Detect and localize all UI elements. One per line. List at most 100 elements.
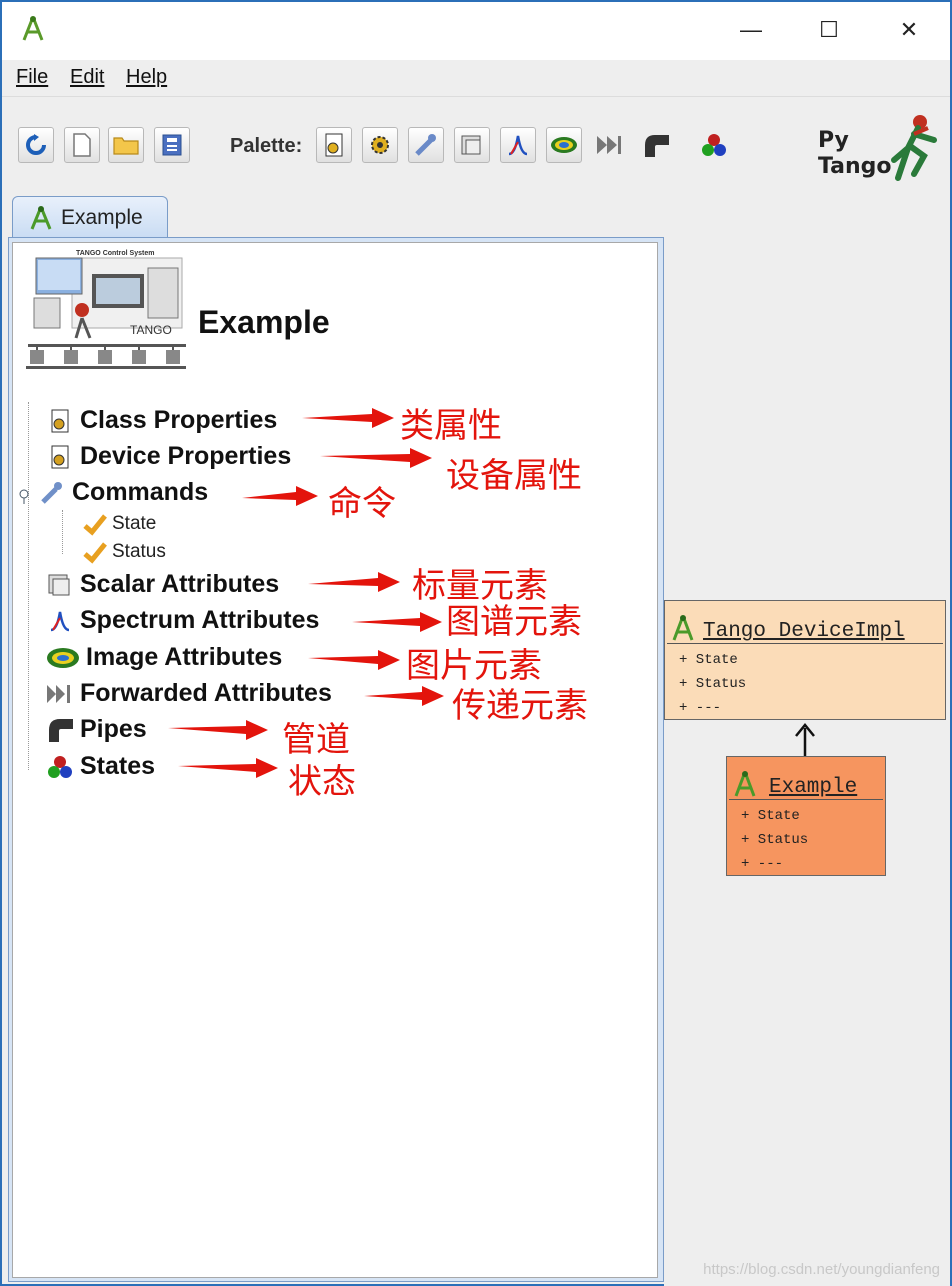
tree-node-image-attributes[interactable]: Image Attributes: [46, 643, 282, 672]
spectrum-icon: [508, 135, 528, 156]
title-bar: — ☐ ✕: [2, 2, 950, 60]
close-button[interactable]: ✕: [882, 10, 936, 50]
save-button[interactable]: [154, 127, 190, 163]
palette-command-button[interactable]: [408, 127, 444, 163]
tree-node-scalar-attributes[interactable]: Scalar Attributes: [46, 570, 279, 599]
tree-node-pipes[interactable]: Pipes: [46, 715, 147, 744]
annotation-arrow: [242, 486, 318, 506]
tree-guide-line-commands: [62, 510, 63, 554]
palette-device-property-button[interactable]: [362, 127, 398, 163]
tree-node-states[interactable]: States: [46, 752, 155, 781]
tango-tab-icon: [30, 205, 52, 230]
checkmark-icon: [83, 514, 107, 536]
image-icon: [46, 644, 80, 672]
save-icon: [162, 134, 182, 156]
menu-edit[interactable]: Edit: [70, 66, 104, 89]
tree-node-label: Spectrum Attributes: [80, 606, 320, 634]
tree-leaf-command-status[interactable]: Status: [82, 540, 166, 564]
pytango-dancer-icon: [891, 115, 937, 181]
tree-node-label: Commands: [72, 478, 209, 506]
tree-root-title: Example: [198, 304, 330, 340]
tree-leaf-command-state[interactable]: State: [82, 512, 156, 536]
toolbar: Palette:: [2, 96, 950, 196]
palette-forwarded-attribute-button[interactable]: [592, 127, 628, 163]
uml-class-title: Tango DeviceImpl: [703, 620, 905, 643]
annotation-arrow: [320, 448, 432, 468]
minimize-button[interactable]: —: [724, 10, 778, 50]
pytango-logo-text-py: Py: [818, 128, 849, 153]
pipe-icon: [46, 716, 74, 744]
tree-node-device-properties[interactable]: Device Properties: [46, 442, 291, 471]
palette-class-property-button[interactable]: [316, 127, 352, 163]
menu-bar: File Edit Help: [2, 60, 950, 96]
watermark: https://blog.csdn.net/youngdianfeng: [703, 1261, 940, 1278]
tango-app-icon: [22, 16, 44, 41]
new-file-icon: [73, 133, 91, 157]
annotation-arrow: [364, 686, 444, 706]
uml-class-example[interactable]: Example + State + Status + ---: [726, 756, 886, 876]
scalar-icon: [46, 571, 74, 599]
wrench-icon: [415, 134, 436, 156]
pipe-icon: [645, 135, 669, 157]
menu-file[interactable]: File: [16, 66, 48, 89]
refresh-icon: [26, 134, 46, 155]
annotation-arrow: [178, 758, 278, 778]
tree-expand-handle-icon[interactable]: [16, 480, 38, 506]
palette-spectrum-attribute-button[interactable]: [500, 127, 536, 163]
checkmark-icon: [83, 542, 107, 564]
app-window: — ☐ ✕ File Edit Help Palette: Py Tango E…: [0, 0, 952, 1286]
tree-node-forwarded-attributes[interactable]: Forwarded Attributes: [46, 679, 332, 708]
scalar-icon: [461, 135, 481, 155]
annotation-arrow: [308, 650, 400, 670]
palette-scalar-attribute-button[interactable]: [454, 127, 490, 163]
tree-node-class-properties[interactable]: Class Properties: [46, 406, 277, 435]
tango-class-icon: [672, 615, 694, 641]
inheritance-arrow: [795, 723, 815, 758]
palette-image-attribute-button[interactable]: [546, 127, 582, 163]
uml-attribute: + Status: [679, 676, 747, 692]
property-icon: [46, 407, 74, 435]
uml-attribute: + ---: [679, 700, 722, 716]
open-folder-button[interactable]: [108, 127, 144, 163]
uml-attribute: + ---: [741, 856, 784, 872]
menu-help[interactable]: Help: [126, 66, 167, 89]
uml-attribute: + Status: [741, 832, 809, 848]
new-file-button[interactable]: [64, 127, 100, 163]
tree-node-commands[interactable]: Commands: [16, 478, 208, 507]
tab-example[interactable]: Example: [12, 196, 168, 238]
property-icon: [46, 443, 74, 471]
image-icon: [551, 137, 577, 153]
forward-icon: [46, 680, 74, 708]
hero-logo-text: TANGO: [130, 323, 172, 337]
tree-node-label: Image Attributes: [86, 643, 283, 671]
annotation-spectrum-attributes: 图谱元素: [446, 602, 582, 642]
pytango-logo: Py Tango: [814, 112, 944, 184]
palette-label: Palette:: [230, 135, 303, 157]
states-icon: [702, 134, 726, 156]
tree-node-label: Class Properties: [80, 406, 278, 434]
tango-control-system-image: TANGO Control System TANGO: [26, 250, 186, 369]
tree-leaf-label: Status: [112, 541, 166, 562]
annotation-states: 状态: [288, 762, 356, 802]
pytango-logo-text-tango: Tango: [818, 154, 892, 179]
palette-pipe-button[interactable]: [638, 127, 674, 163]
tree-node-spectrum-attributes[interactable]: Spectrum Attributes: [46, 606, 319, 635]
annotation-arrow: [308, 572, 400, 592]
hero-caption: TANGO Control System: [76, 250, 154, 257]
maximize-button[interactable]: ☐: [802, 10, 856, 50]
tree-node-label: Device Properties: [80, 442, 292, 470]
refresh-button[interactable]: [18, 127, 54, 163]
annotation-arrow: [352, 612, 442, 632]
palette-state-button[interactable]: [696, 127, 732, 163]
uml-class-tango-deviceimpl[interactable]: Tango DeviceImpl + State + Status + ---: [664, 600, 946, 720]
folder-icon: [113, 137, 139, 155]
tab-label: Example: [61, 205, 143, 229]
forward-icon: [597, 136, 621, 154]
states-icon: [46, 753, 74, 781]
wrench-icon: [38, 479, 66, 507]
annotation-class-properties: 类属性: [400, 406, 502, 446]
tree-node-label: Forwarded Attributes: [80, 679, 332, 707]
annotation-commands: 命令: [328, 484, 396, 524]
tree-node-label: States: [80, 752, 156, 780]
property-icon: [325, 133, 343, 157]
